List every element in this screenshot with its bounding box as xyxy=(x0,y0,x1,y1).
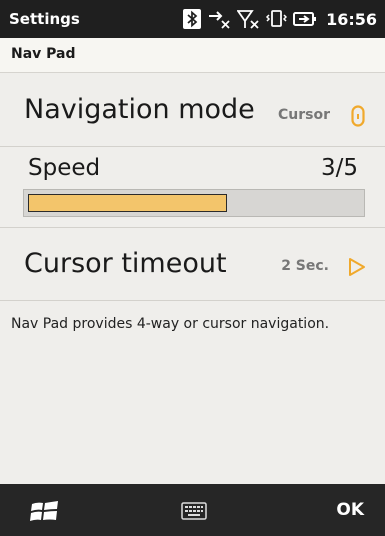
status-bar-title: Settings xyxy=(9,10,80,28)
play-arrow-icon[interactable] xyxy=(347,257,367,277)
data-connection-icon xyxy=(209,11,230,29)
speed-row: Speed 3/5 xyxy=(0,147,385,228)
status-icons: 16:56 xyxy=(183,9,377,29)
battery-charging-icon xyxy=(293,12,317,26)
bottom-bar: OK xyxy=(0,484,385,536)
page-header: Nav Pad xyxy=(0,38,385,73)
signal-off-icon xyxy=(237,10,259,29)
navigation-mode-row[interactable]: Navigation mode Cursor xyxy=(0,73,385,147)
bluetooth-icon xyxy=(183,9,202,29)
vibrate-icon xyxy=(266,10,288,27)
speed-label: Speed xyxy=(28,155,101,181)
speed-slider[interactable] xyxy=(23,189,365,217)
navigation-mode-label: Navigation mode xyxy=(24,94,255,125)
ok-button[interactable]: OK xyxy=(336,500,364,520)
toggle-indicator-icon[interactable] xyxy=(351,105,365,127)
status-bar: Settings 16:56 xyxy=(0,0,385,38)
windows-start-icon[interactable] xyxy=(30,499,60,523)
cursor-timeout-row[interactable]: Cursor timeout 2 Sec. xyxy=(0,228,385,301)
description-text: Nav Pad provides 4-way or cursor navigat… xyxy=(11,316,330,332)
speed-value: 3/5 xyxy=(320,155,358,181)
page-title: Nav Pad xyxy=(11,46,76,62)
clock: 16:56 xyxy=(326,9,377,29)
keyboard-icon[interactable] xyxy=(181,502,207,520)
speed-slider-fill xyxy=(28,194,227,212)
navigation-mode-value: Cursor xyxy=(277,107,330,123)
cursor-timeout-label: Cursor timeout xyxy=(24,248,227,279)
cursor-timeout-value: 2 Sec. xyxy=(281,258,329,274)
